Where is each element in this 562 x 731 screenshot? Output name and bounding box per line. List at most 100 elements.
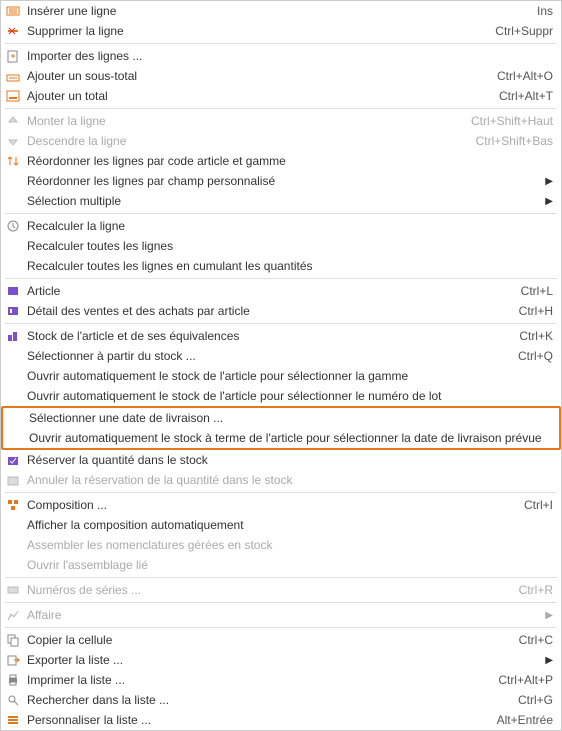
article-label: Article (27, 284, 511, 298)
multi-select-item[interactable]: Sélection multiple ▶ (1, 191, 561, 211)
reserve-icon (5, 452, 21, 468)
recalc-cum-label: Recalculer toutes les lignes en cumulant… (27, 259, 553, 273)
export-list-label: Exporter la liste ... (27, 653, 535, 667)
blank-icon (5, 193, 21, 209)
recalc-cum-item[interactable]: Recalculer toutes les lignes en cumulant… (1, 256, 561, 276)
blank-icon (5, 238, 21, 254)
add-total-shortcut: Ctrl+Alt+T (499, 89, 553, 103)
customize-list-item[interactable]: Personnaliser la liste ... Alt+Entrée (1, 710, 561, 730)
move-up-item: Monter la ligne Ctrl+Shift+Haut (1, 111, 561, 131)
move-up-shortcut: Ctrl+Shift+Haut (471, 114, 553, 128)
recalc-all-item[interactable]: Recalculer toutes les lignes (1, 236, 561, 256)
detail-sales-label: Détail des ventes et des achats par arti… (27, 304, 509, 318)
print-icon (5, 672, 21, 688)
detail-sales-icon (5, 303, 21, 319)
assemble-nom-item: Assembler les nomenclatures gérées en st… (1, 535, 561, 555)
auto-stock-delivery-label: Ouvrir automatiquement le stock à terme … (29, 431, 551, 445)
copy-cell-item[interactable]: Copier la cellule Ctrl+C (1, 630, 561, 650)
copy-cell-label: Copier la cellule (27, 633, 509, 647)
copy-cell-shortcut: Ctrl+C (519, 633, 553, 647)
auto-stock-lot-label: Ouvrir automatiquement le stock de l'art… (27, 389, 553, 403)
cancel-reserve-icon (5, 472, 21, 488)
reorder-code-icon (5, 153, 21, 169)
auto-stock-gamme-item[interactable]: Ouvrir automatiquement le stock de l'art… (1, 366, 561, 386)
submenu-arrow-icon: ▶ (545, 196, 553, 207)
stock-equiv-shortcut: Ctrl+K (519, 329, 553, 343)
recalc-line-item[interactable]: Recalculer la ligne (1, 216, 561, 236)
cancel-reserve-item: Annuler la réservation de la quantité da… (1, 470, 561, 490)
print-list-item[interactable]: Imprimer la liste ... Ctrl+Alt+P (1, 670, 561, 690)
recalc-line-label: Recalculer la ligne (27, 219, 553, 233)
select-stock-label: Sélectionner à partir du stock ... (27, 349, 508, 363)
blank-icon (5, 368, 21, 384)
assemble-nom-label: Assembler les nomenclatures gérées en st… (27, 538, 553, 552)
delete-line-icon (5, 23, 21, 39)
add-total-item[interactable]: Ajouter un total Ctrl+Alt+T (1, 86, 561, 106)
separator (5, 43, 557, 44)
composition-shortcut: Ctrl+I (524, 498, 553, 512)
export-icon (5, 652, 21, 668)
blank-icon (5, 348, 21, 364)
show-comp-item[interactable]: Afficher la composition automatiquement (1, 515, 561, 535)
import-lines-label: Importer des lignes ... (27, 49, 553, 63)
separator (5, 602, 557, 603)
separator (5, 577, 557, 578)
blank-icon (5, 258, 21, 274)
blank-icon (5, 557, 21, 573)
import-lines-item[interactable]: Importer des lignes ... (1, 46, 561, 66)
recalc-icon (5, 218, 21, 234)
open-assembly-label: Ouvrir l'assemblage lié (27, 558, 553, 572)
serial-numbers-item: Numéros de séries ... Ctrl+R (1, 580, 561, 600)
separator (5, 108, 557, 109)
blank-icon (5, 517, 21, 533)
serial-numbers-label: Numéros de séries ... (27, 583, 509, 597)
select-stock-shortcut: Ctrl+Q (518, 349, 553, 363)
composition-item[interactable]: Composition ... Ctrl+I (1, 495, 561, 515)
auto-stock-gamme-label: Ouvrir automatiquement le stock de l'art… (27, 369, 553, 383)
delete-line-item[interactable]: Supprimer la ligne Ctrl+Suppr (1, 21, 561, 41)
add-subtotal-shortcut: Ctrl+Alt+O (497, 69, 553, 83)
add-total-icon (5, 88, 21, 104)
separator (5, 627, 557, 628)
customize-list-shortcut: Alt+Entrée (497, 713, 553, 727)
context-menu: Insérer une ligne Ins Supprimer la ligne… (0, 0, 562, 731)
submenu-arrow-icon: ▶ (545, 655, 553, 666)
multi-select-label: Sélection multiple (27, 194, 535, 208)
export-list-item[interactable]: Exporter la liste ... ▶ (1, 650, 561, 670)
import-lines-icon (5, 48, 21, 64)
select-stock-item[interactable]: Sélectionner à partir du stock ... Ctrl+… (1, 346, 561, 366)
composition-label: Composition ... (27, 498, 514, 512)
reorder-code-label: Réordonner les lignes par code article e… (27, 154, 553, 168)
stock-equiv-item[interactable]: Stock de l'article et de ses équivalence… (1, 326, 561, 346)
separator (5, 213, 557, 214)
customize-icon (5, 712, 21, 728)
cancel-reserve-label: Annuler la réservation de la quantité da… (27, 473, 553, 487)
insert-line-icon (5, 3, 21, 19)
move-down-item: Descendre la ligne Ctrl+Shift+Bas (1, 131, 561, 151)
auto-stock-lot-item[interactable]: Ouvrir automatiquement le stock de l'art… (1, 386, 561, 406)
search-list-shortcut: Ctrl+G (518, 693, 553, 707)
blank-icon (5, 388, 21, 404)
serial-numbers-shortcut: Ctrl+R (519, 583, 553, 597)
open-assembly-item: Ouvrir l'assemblage lié (1, 555, 561, 575)
blank-icon (7, 430, 23, 446)
add-subtotal-item[interactable]: Ajouter un sous-total Ctrl+Alt+O (1, 66, 561, 86)
select-delivery-item[interactable]: Sélectionner une date de livraison ... (3, 408, 559, 428)
reorder-custom-item[interactable]: Réordonner les lignes par champ personna… (1, 171, 561, 191)
article-item[interactable]: Article Ctrl+L (1, 281, 561, 301)
delete-line-shortcut: Ctrl+Suppr (495, 24, 553, 38)
insert-line-shortcut: Ins (537, 4, 553, 18)
blank-icon (5, 173, 21, 189)
insert-line-item[interactable]: Insérer une ligne Ins (1, 1, 561, 21)
composition-icon (5, 497, 21, 513)
reserve-qty-item[interactable]: Réserver la quantité dans le stock (1, 450, 561, 470)
search-icon (5, 692, 21, 708)
search-list-item[interactable]: Rechercher dans la liste ... Ctrl+G (1, 690, 561, 710)
add-subtotal-icon (5, 68, 21, 84)
move-down-shortcut: Ctrl+Shift+Bas (476, 134, 553, 148)
print-list-label: Imprimer la liste ... (27, 673, 488, 687)
auto-stock-delivery-item[interactable]: Ouvrir automatiquement le stock à terme … (3, 428, 559, 448)
reorder-code-item[interactable]: Réordonner les lignes par code article e… (1, 151, 561, 171)
detail-sales-item[interactable]: Détail des ventes et des achats par arti… (1, 301, 561, 321)
move-down-icon (5, 133, 21, 149)
